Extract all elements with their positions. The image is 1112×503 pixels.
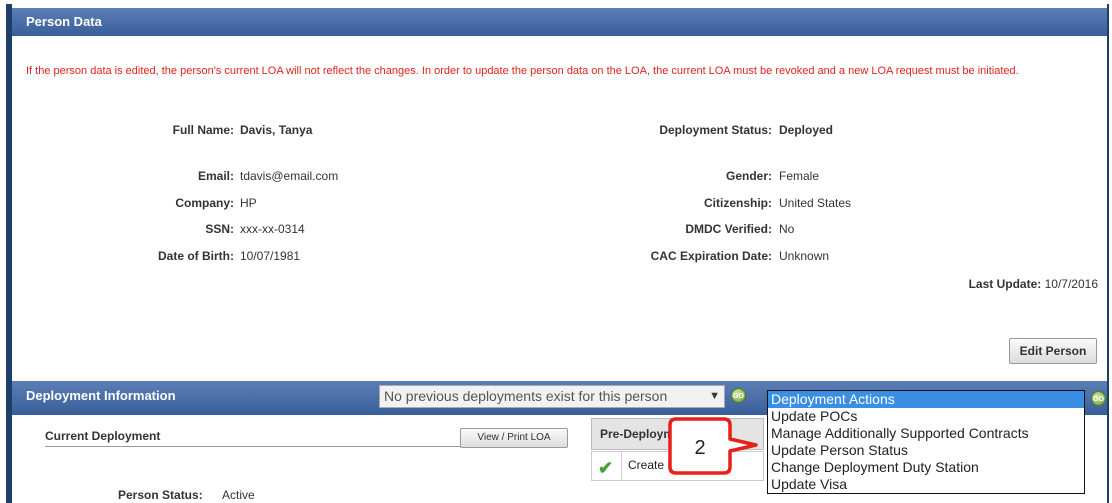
previous-deployments-select[interactable]: No previous deployments exist for this p… xyxy=(379,385,725,408)
cac-expiration-value: Unknown xyxy=(779,249,830,263)
dmdc-verified-label: DMDC Verified: xyxy=(685,222,772,236)
dropdown-option-manage-contracts[interactable]: Manage Additionally Supported Contracts xyxy=(768,425,1084,442)
ssn-value: xxx-xx-0314 xyxy=(240,222,305,236)
dmdc-verified-value: No xyxy=(779,222,795,236)
citizenship-value: United States xyxy=(779,196,852,210)
left-frame-border xyxy=(6,4,12,503)
full-name-value: Davis, Tanya xyxy=(240,123,313,137)
company-value: HP xyxy=(240,196,257,210)
gender-value: Female xyxy=(779,169,820,183)
callout-marker: 2 xyxy=(668,417,758,475)
dropdown-option-update-visa[interactable]: Update Visa xyxy=(768,476,1084,493)
company-label: Company: xyxy=(175,196,234,210)
right-frame-border xyxy=(1107,4,1109,503)
cac-expiration-label: CAC Expiration Date: xyxy=(650,249,772,263)
go-icon[interactable]: GO xyxy=(731,388,746,403)
deployment-status-label: Deployment Status: xyxy=(659,123,772,137)
deployment-actions-dropdown[interactable]: Deployment Actions Update POCs Manage Ad… xyxy=(767,390,1085,494)
person-status-value: Active xyxy=(222,488,255,502)
deployment-status-value: Deployed xyxy=(779,123,834,137)
pre-deployment-separator xyxy=(621,451,622,481)
dropdown-option-change-duty-station[interactable]: Change Deployment Duty Station xyxy=(768,459,1084,476)
dob-value: 10/07/1981 xyxy=(240,249,301,263)
email-label: Email: xyxy=(197,169,234,183)
dropdown-option-update-person-status[interactable]: Update Person Status xyxy=(768,442,1084,459)
last-update-label: Last Update: xyxy=(968,277,1042,291)
edit-warning-text: If the person data is edited, the person… xyxy=(26,65,1019,77)
chevron-down-icon: ▼ xyxy=(709,390,720,402)
ssn-label: SSN: xyxy=(205,222,234,236)
go-icon-actions[interactable]: GO xyxy=(1091,391,1106,406)
dropdown-option-update-pocs[interactable]: Update POCs xyxy=(768,408,1084,425)
dropdown-option-deployment-actions[interactable]: Deployment Actions xyxy=(768,391,1084,408)
last-update: Last Update: 10/7/2016 xyxy=(969,277,1098,291)
checkmark-icon: ✔ xyxy=(598,458,614,478)
edit-person-button[interactable]: Edit Person xyxy=(1009,338,1097,364)
gender-label: Gender: xyxy=(725,169,772,183)
person-status-label: Person Status: xyxy=(118,488,203,502)
dob-label: Date of Birth: xyxy=(158,249,234,263)
last-update-value: 10/7/2016 xyxy=(1044,277,1098,291)
previous-deployments-value: No previous deployments exist for this p… xyxy=(384,388,668,404)
full-name-label: Full Name: xyxy=(172,123,234,137)
callout-number: 2 xyxy=(694,437,705,459)
current-deployment-heading: Current Deployment xyxy=(45,429,161,443)
callout-shape xyxy=(668,417,758,475)
person-data-header: Person Data xyxy=(12,8,1107,36)
email-value: tdavis@email.com xyxy=(240,169,339,183)
view-print-loa-button[interactable]: View / Print LOA xyxy=(460,428,568,448)
citizenship-label: Citizenship: xyxy=(704,196,772,210)
